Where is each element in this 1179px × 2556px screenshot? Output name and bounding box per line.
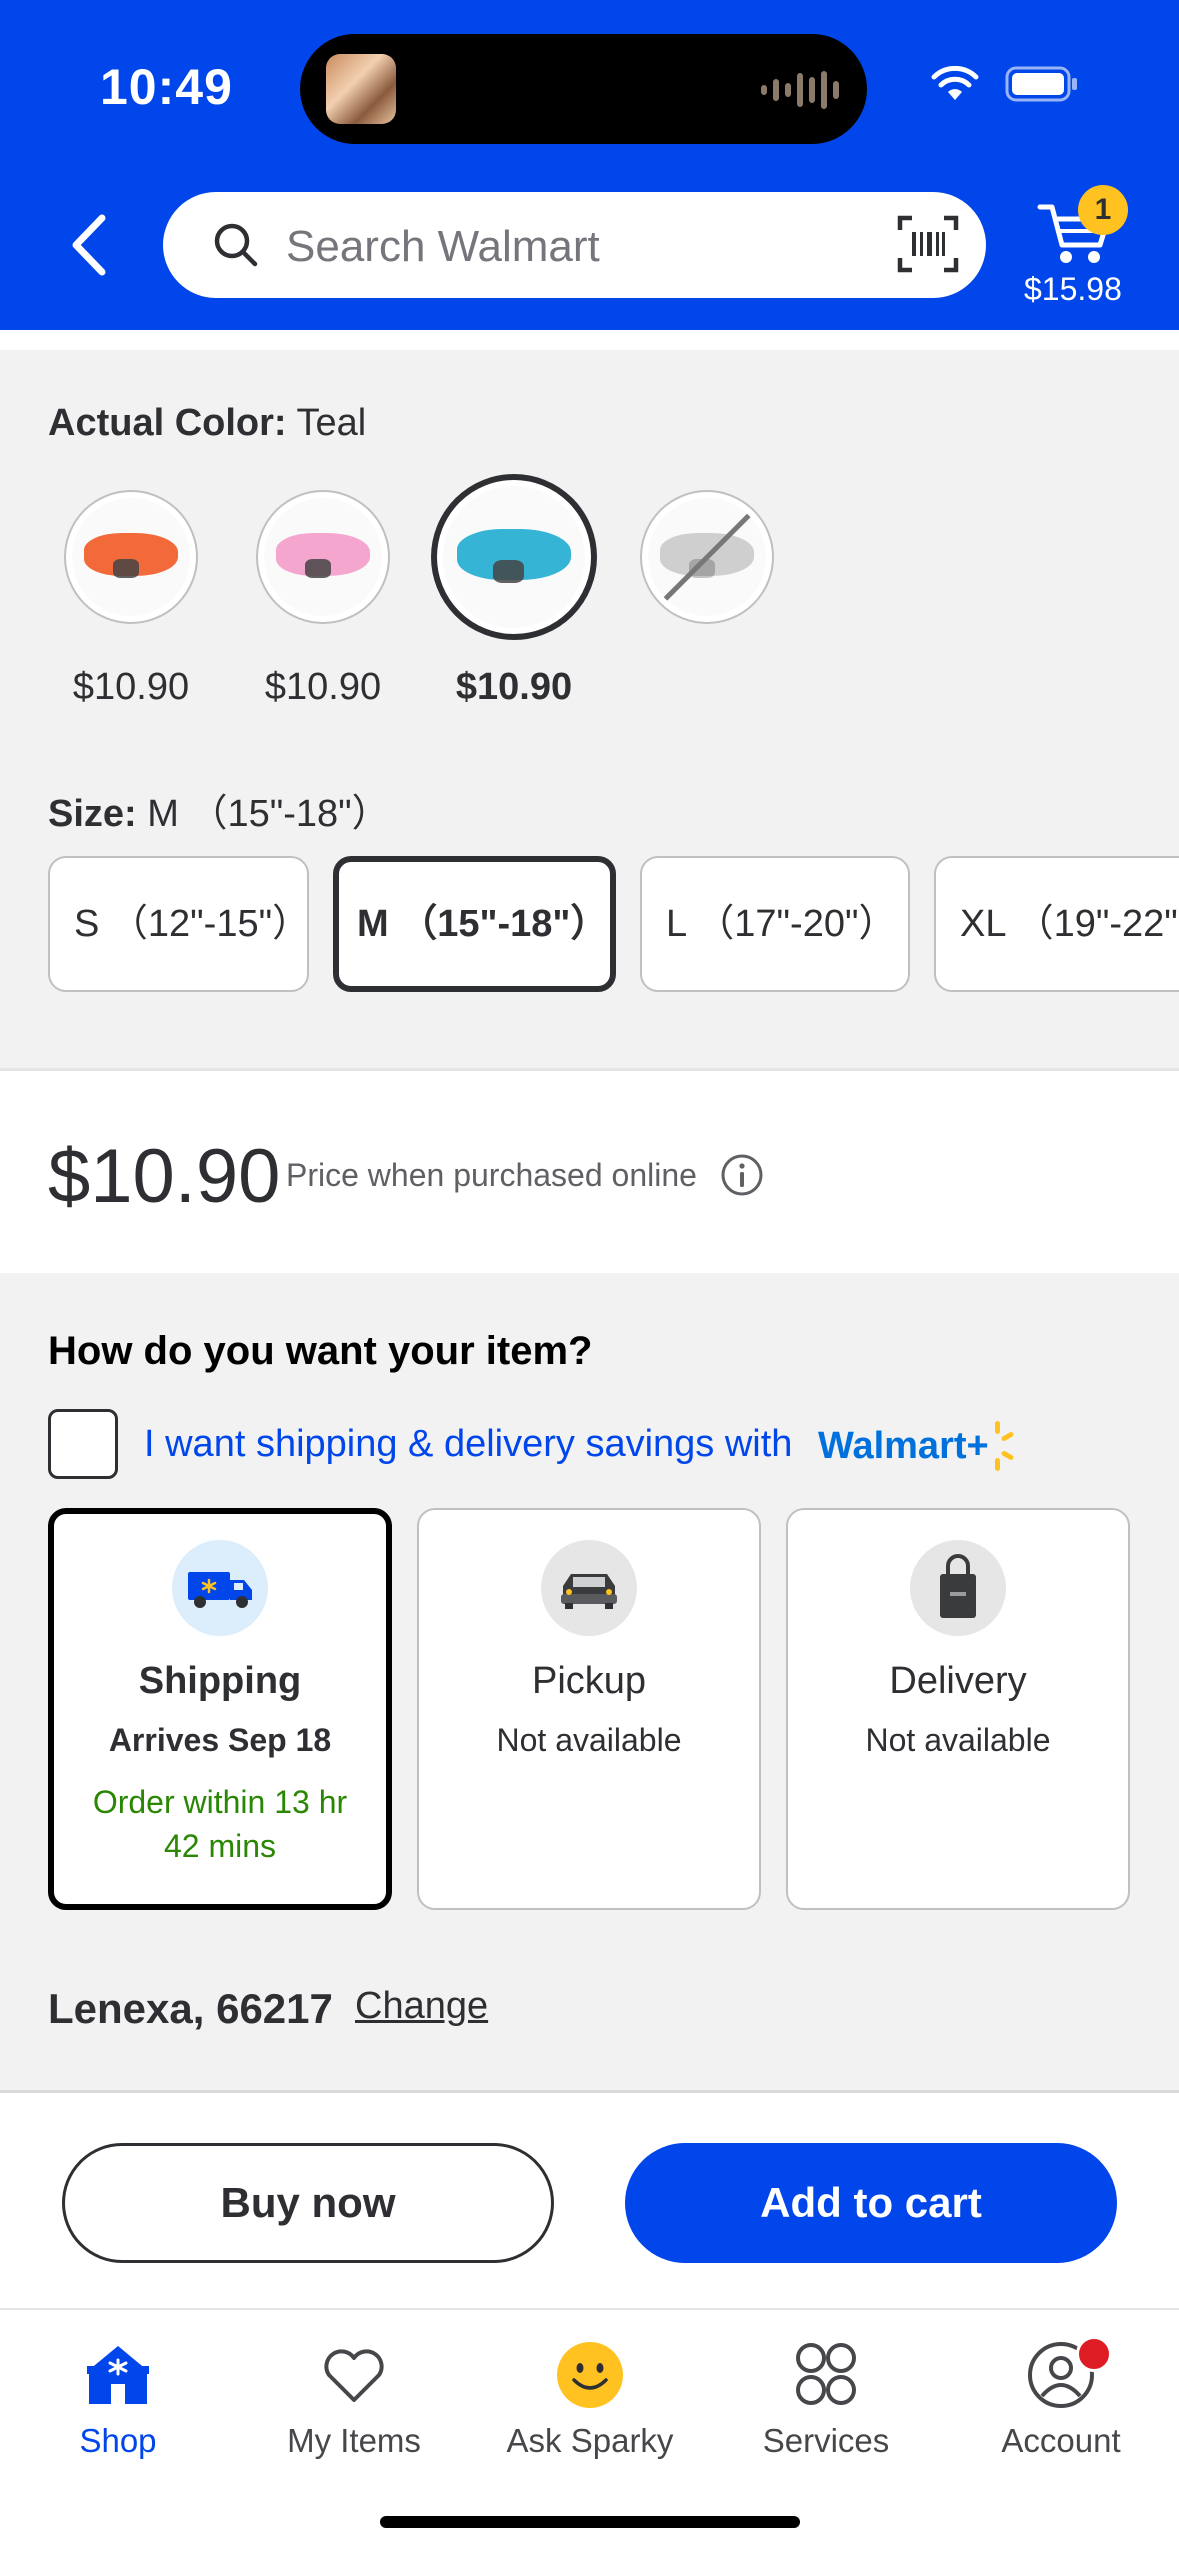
tab-account[interactable]: Account — [943, 2336, 1179, 2460]
tab-label: Shop — [79, 2422, 157, 2459]
info-icon[interactable] — [720, 1153, 764, 1197]
color-swatch-teal[interactable] — [431, 474, 597, 640]
delivery-location: Lenexa, 66217 — [48, 1985, 333, 2032]
account-icon — [1026, 2336, 1112, 2410]
walmart-plus-logo: Walmart+ — [818, 1419, 1021, 1473]
tab-label: Ask Sparky — [506, 2422, 674, 2459]
now-playing-thumbnail — [326, 54, 396, 124]
battery-icon — [1005, 66, 1077, 102]
tab-label: Services — [762, 2422, 890, 2459]
pickup-option[interactable]: Pickup Not available — [417, 1508, 761, 1910]
price-note: Price when purchased online — [286, 1157, 697, 1193]
spark-icon — [994, 1421, 1014, 1471]
pickup-car-icon — [541, 1540, 637, 1636]
change-location-link[interactable]: Change — [355, 1985, 488, 2028]
cart-button[interactable]: 1 $15.98 — [1020, 185, 1140, 315]
walmart-plus-offer-text[interactable]: I want shipping & delivery savings with — [144, 1423, 792, 1466]
app-header: 10:49 Search Walmart 1 $15.98 — [0, 0, 1179, 330]
option-status: Not available — [865, 1722, 1051, 1758]
color-value: Teal — [296, 402, 367, 444]
option-cutoff-note: Order within 13 hr 42 mins — [92, 1784, 348, 1864]
option-status: Not available — [496, 1722, 682, 1758]
color-label: Actual Color: Teal — [48, 402, 367, 444]
fulfillment-title: How do you want your item? — [48, 1329, 593, 1373]
color-swatch-unavailable[interactable] — [640, 490, 774, 624]
services-grid-icon — [791, 2340, 861, 2410]
cart-total: $15.98 — [1024, 271, 1122, 307]
back-arrow-icon[interactable] — [62, 210, 122, 280]
price-section: $10.90 Price when purchased online — [0, 1068, 1179, 1273]
size-value: M （15"-18"） — [147, 793, 390, 835]
delivery-option[interactable]: Delivery Not available — [786, 1508, 1130, 1910]
shipping-option[interactable]: Shipping Arrives Sep 18 Order within 13 … — [48, 1508, 392, 1910]
dynamic-island — [300, 34, 867, 144]
swatch-price: $10.90 — [455, 666, 573, 708]
purchase-action-bar: Buy now Add to cart — [0, 2090, 1179, 2308]
swatch-price: $10.90 — [264, 666, 382, 708]
option-name: Delivery — [889, 1660, 1027, 1702]
buy-now-button[interactable]: Buy now — [62, 2143, 554, 2263]
search-placeholder: Search Walmart — [286, 222, 600, 271]
product-price: $10.90 — [48, 1134, 281, 1219]
shop-icon — [83, 2340, 153, 2410]
shipping-truck-icon — [172, 1540, 268, 1636]
color-swatch-pink[interactable] — [256, 490, 390, 624]
search-input[interactable]: Search Walmart — [163, 192, 986, 298]
audio-waveform-icon — [761, 70, 839, 110]
color-swatch-orange[interactable] — [64, 490, 198, 624]
delivery-bag-icon — [910, 1540, 1006, 1636]
swatch-price: $10.90 — [72, 666, 190, 708]
variant-selector: Actual Color: Teal $10.90 $10.90 $10.90 … — [0, 350, 1179, 1068]
tab-my-items[interactable]: My Items — [236, 2340, 472, 2460]
cart-count-badge: 1 — [1078, 185, 1128, 235]
heart-icon — [319, 2340, 389, 2410]
size-option-m[interactable]: M （15"-18"） — [333, 856, 616, 992]
option-arrival: Arrives Sep 18 — [108, 1722, 332, 1758]
tab-shop[interactable]: Shop — [0, 2340, 236, 2460]
sparky-smiley-icon — [555, 2340, 625, 2410]
add-to-cart-button[interactable]: Add to cart — [625, 2143, 1117, 2263]
tab-ask-sparky[interactable]: Ask Sparky — [472, 2340, 708, 2460]
size-option-xl[interactable]: XL （19"-22"） — [934, 856, 1179, 992]
home-indicator[interactable] — [380, 2516, 800, 2528]
tab-services[interactable]: Services — [708, 2340, 944, 2460]
tab-label: Account — [1001, 2422, 1121, 2459]
search-icon — [214, 223, 258, 267]
walmart-plus-checkbox[interactable] — [48, 1409, 118, 1479]
fulfillment-section: How do you want your item? I want shippi… — [0, 1273, 1179, 2093]
size-option-l[interactable]: L （17"-20"） — [640, 856, 910, 992]
option-name: Pickup — [531, 1660, 647, 1702]
wifi-icon — [931, 66, 979, 100]
barcode-scanner-icon[interactable] — [896, 214, 960, 274]
status-time: 10:49 — [100, 59, 233, 115]
tab-label: My Items — [287, 2422, 421, 2459]
status-indicators — [931, 66, 1079, 102]
notification-dot — [1076, 2336, 1112, 2372]
size-label: Size: M （15"-18"） — [48, 793, 390, 835]
option-name: Shipping — [138, 1660, 302, 1702]
size-option-s[interactable]: S （12"-15"） — [48, 856, 309, 992]
